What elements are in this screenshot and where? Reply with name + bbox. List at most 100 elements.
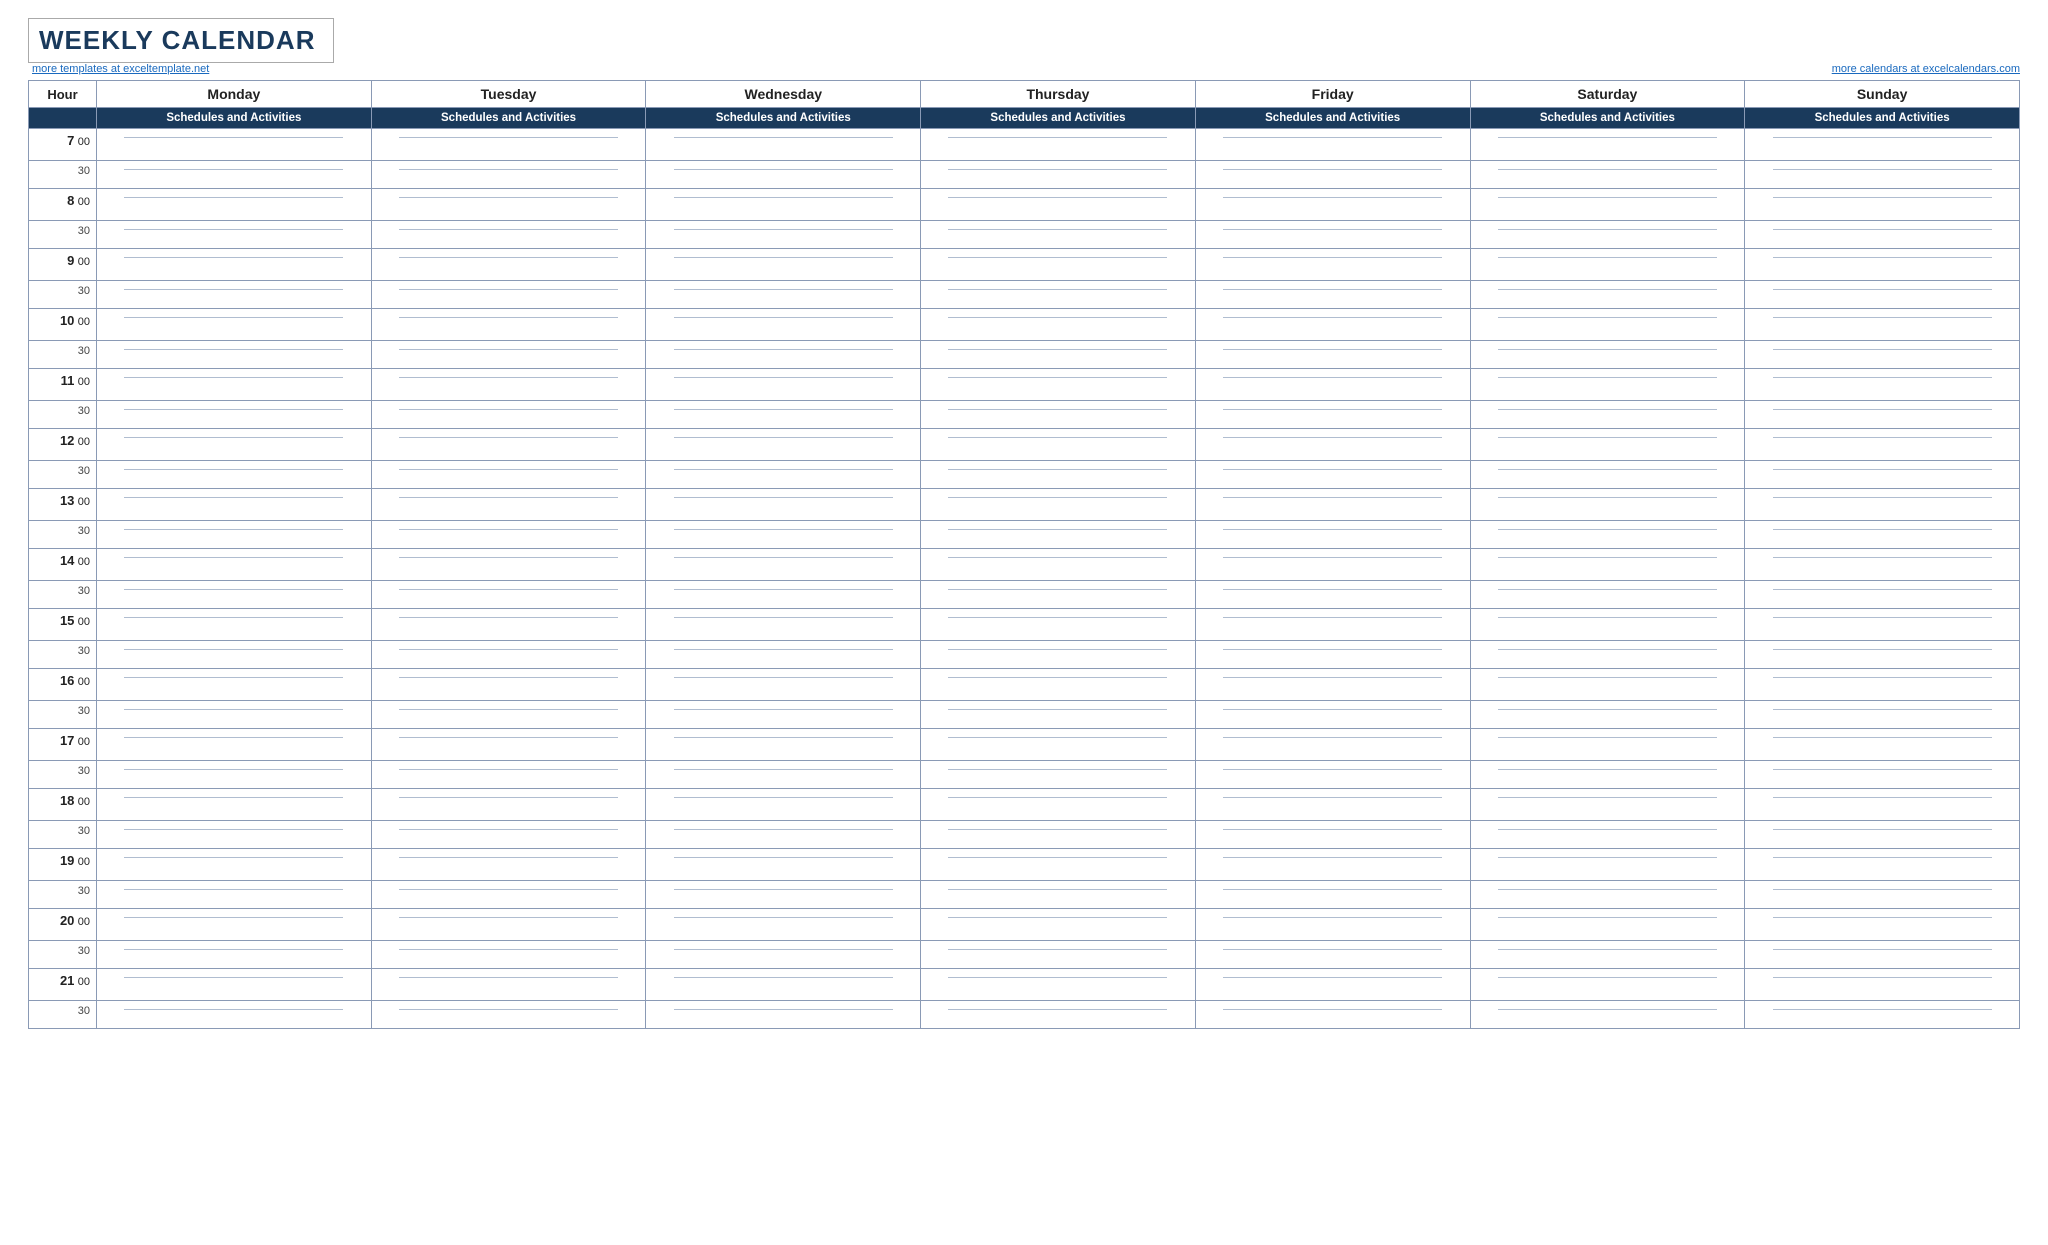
activity-cell[interactable] [646, 729, 921, 761]
activity-cell[interactable] [646, 909, 921, 941]
activity-cell[interactable] [371, 369, 646, 401]
activity-cell[interactable] [1470, 221, 1745, 249]
activity-cell[interactable] [1470, 881, 1745, 909]
activity-cell[interactable] [97, 789, 372, 821]
activity-cell[interactable] [1195, 401, 1470, 429]
activity-cell[interactable] [1745, 1001, 2020, 1029]
activity-cell[interactable] [1745, 521, 2020, 549]
activity-cell[interactable] [1470, 641, 1745, 669]
activity-cell[interactable] [97, 641, 372, 669]
activity-cell[interactable] [371, 609, 646, 641]
activity-cell[interactable] [646, 189, 921, 221]
activity-cell[interactable] [921, 401, 1196, 429]
activity-cell[interactable] [371, 521, 646, 549]
activity-cell[interactable] [646, 789, 921, 821]
activity-cell[interactable] [1745, 341, 2020, 369]
activity-cell[interactable] [646, 461, 921, 489]
activity-cell[interactable] [921, 609, 1196, 641]
activity-cell[interactable] [646, 969, 921, 1001]
activity-cell[interactable] [1195, 969, 1470, 1001]
activity-cell[interactable] [1195, 821, 1470, 849]
activity-cell[interactable] [1470, 729, 1745, 761]
activity-cell[interactable] [921, 549, 1196, 581]
activity-cell[interactable] [1745, 641, 2020, 669]
activity-cell[interactable] [1195, 729, 1470, 761]
activity-cell[interactable] [646, 761, 921, 789]
activity-cell[interactable] [1745, 369, 2020, 401]
activity-cell[interactable] [1745, 489, 2020, 521]
activity-cell[interactable] [371, 129, 646, 161]
activity-cell[interactable] [646, 609, 921, 641]
activity-cell[interactable] [646, 221, 921, 249]
activity-cell[interactable] [371, 401, 646, 429]
activity-cell[interactable] [1195, 849, 1470, 881]
activity-cell[interactable] [1195, 549, 1470, 581]
activity-cell[interactable] [646, 941, 921, 969]
activity-cell[interactable] [921, 1001, 1196, 1029]
activity-cell[interactable] [921, 429, 1196, 461]
activity-cell[interactable] [921, 309, 1196, 341]
activity-cell[interactable] [921, 341, 1196, 369]
activity-cell[interactable] [97, 189, 372, 221]
activity-cell[interactable] [97, 281, 372, 309]
activity-cell[interactable] [1470, 909, 1745, 941]
activity-cell[interactable] [1745, 821, 2020, 849]
activity-cell[interactable] [1195, 129, 1470, 161]
activity-cell[interactable] [1745, 221, 2020, 249]
activity-cell[interactable] [1745, 581, 2020, 609]
activity-cell[interactable] [1470, 461, 1745, 489]
activity-cell[interactable] [921, 249, 1196, 281]
activity-cell[interactable] [1470, 701, 1745, 729]
activity-cell[interactable] [371, 669, 646, 701]
activity-cell[interactable] [97, 401, 372, 429]
activity-cell[interactable] [921, 581, 1196, 609]
activity-cell[interactable] [921, 129, 1196, 161]
activity-cell[interactable] [371, 341, 646, 369]
activity-cell[interactable] [1195, 701, 1470, 729]
activity-cell[interactable] [1195, 881, 1470, 909]
activity-cell[interactable] [646, 429, 921, 461]
activity-cell[interactable] [921, 969, 1196, 1001]
activity-cell[interactable] [97, 549, 372, 581]
activity-cell[interactable] [371, 429, 646, 461]
activity-cell[interactable] [1470, 549, 1745, 581]
activity-cell[interactable] [1470, 369, 1745, 401]
activity-cell[interactable] [1195, 369, 1470, 401]
activity-cell[interactable] [1745, 761, 2020, 789]
activity-cell[interactable] [646, 701, 921, 729]
activity-cell[interactable] [646, 581, 921, 609]
activity-cell[interactable] [1745, 549, 2020, 581]
activity-cell[interactable] [1470, 1001, 1745, 1029]
activity-cell[interactable] [921, 369, 1196, 401]
activity-cell[interactable] [1195, 909, 1470, 941]
activity-cell[interactable] [371, 701, 646, 729]
activity-cell[interactable] [646, 369, 921, 401]
activity-cell[interactable] [97, 669, 372, 701]
activity-cell[interactable] [97, 969, 372, 1001]
activity-cell[interactable] [1195, 641, 1470, 669]
activity-cell[interactable] [1470, 281, 1745, 309]
activity-cell[interactable] [371, 761, 646, 789]
activity-cell[interactable] [1745, 281, 2020, 309]
activity-cell[interactable] [371, 909, 646, 941]
activity-cell[interactable] [1470, 761, 1745, 789]
activity-cell[interactable] [371, 941, 646, 969]
activity-cell[interactable] [1470, 789, 1745, 821]
activity-cell[interactable] [1745, 729, 2020, 761]
activity-cell[interactable] [1470, 249, 1745, 281]
activity-cell[interactable] [921, 281, 1196, 309]
activity-cell[interactable] [921, 701, 1196, 729]
activity-cell[interactable] [921, 641, 1196, 669]
activity-cell[interactable] [921, 189, 1196, 221]
activity-cell[interactable] [1745, 129, 2020, 161]
activity-cell[interactable] [97, 609, 372, 641]
activity-cell[interactable] [1745, 461, 2020, 489]
activity-cell[interactable] [1470, 489, 1745, 521]
activity-cell[interactable] [371, 729, 646, 761]
activity-cell[interactable] [921, 461, 1196, 489]
activity-cell[interactable] [1195, 789, 1470, 821]
activity-cell[interactable] [1745, 309, 2020, 341]
activity-cell[interactable] [97, 369, 372, 401]
activity-cell[interactable] [921, 489, 1196, 521]
activity-cell[interactable] [97, 341, 372, 369]
